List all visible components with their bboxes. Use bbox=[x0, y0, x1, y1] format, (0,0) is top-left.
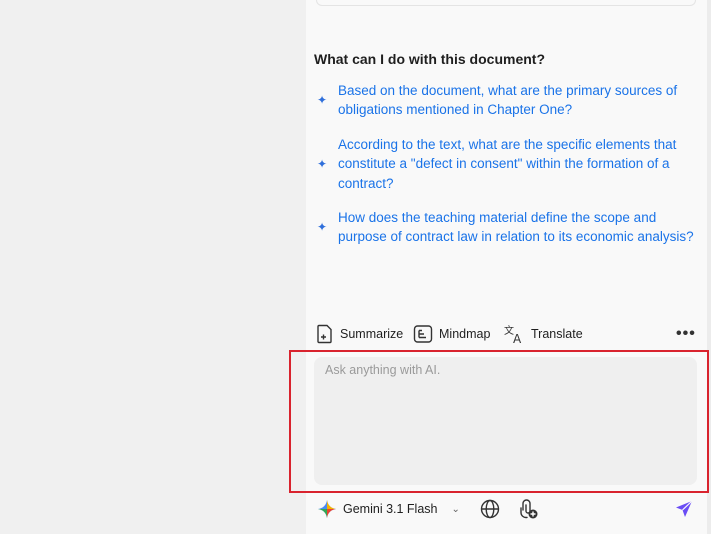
input-highlight-box bbox=[289, 350, 709, 493]
gemini-sparkle-icon bbox=[318, 500, 336, 518]
mindmap-button[interactable]: Mindmap bbox=[413, 321, 490, 347]
suggestion-item[interactable]: ✦ How does the teaching material define … bbox=[314, 208, 694, 247]
translate-label: Translate bbox=[531, 327, 583, 341]
summarize-button[interactable]: Summarize bbox=[316, 321, 403, 347]
summarize-label: Summarize bbox=[340, 327, 404, 341]
sparkle-icon: ✦ bbox=[316, 156, 328, 171]
attach-file-button[interactable] bbox=[516, 497, 540, 521]
model-selector[interactable]: Gemini 3.1 Flash ⌄ bbox=[310, 495, 470, 523]
suggestion-text: How does the teaching material define th… bbox=[338, 210, 694, 245]
suggestions-title: What can I do with this document? bbox=[314, 51, 545, 67]
model-name: Gemini 3.1 Flash bbox=[343, 502, 438, 516]
translate-button[interactable]: 文 A Translate bbox=[503, 321, 583, 347]
sparkle-icon: ✦ bbox=[316, 220, 328, 235]
suggestion-item[interactable]: ✦ Based on the document, what are the pr… bbox=[314, 81, 694, 120]
globe-icon bbox=[480, 499, 500, 519]
mindmap-icon bbox=[413, 325, 433, 343]
previous-card-edge bbox=[316, 0, 696, 6]
more-options-button[interactable]: ••• bbox=[676, 325, 696, 343]
attach-add-icon bbox=[520, 499, 538, 519]
web-search-button[interactable] bbox=[478, 497, 502, 521]
svg-text:A: A bbox=[513, 332, 522, 344]
send-button[interactable] bbox=[672, 497, 696, 521]
document-viewer-area bbox=[0, 0, 306, 534]
suggestion-text: According to the text, what are the spec… bbox=[338, 137, 677, 191]
mindmap-label: Mindmap bbox=[439, 327, 491, 341]
sparkle-icon: ✦ bbox=[316, 93, 328, 108]
composer-bottom-bar: Gemini 3.1 Flash ⌄ bbox=[310, 495, 702, 523]
quick-actions-toolbar: Summarize Mindmap 文 A Translate ••• bbox=[316, 321, 698, 347]
translate-icon: 文 A bbox=[504, 324, 522, 344]
chevron-down-icon: ⌄ bbox=[451, 503, 460, 515]
send-icon bbox=[676, 500, 693, 517]
suggestion-text: Based on the document, what are the prim… bbox=[338, 83, 678, 118]
summarize-icon bbox=[317, 324, 332, 344]
suggestion-item[interactable]: ✦ According to the text, what are the sp… bbox=[314, 135, 694, 193]
